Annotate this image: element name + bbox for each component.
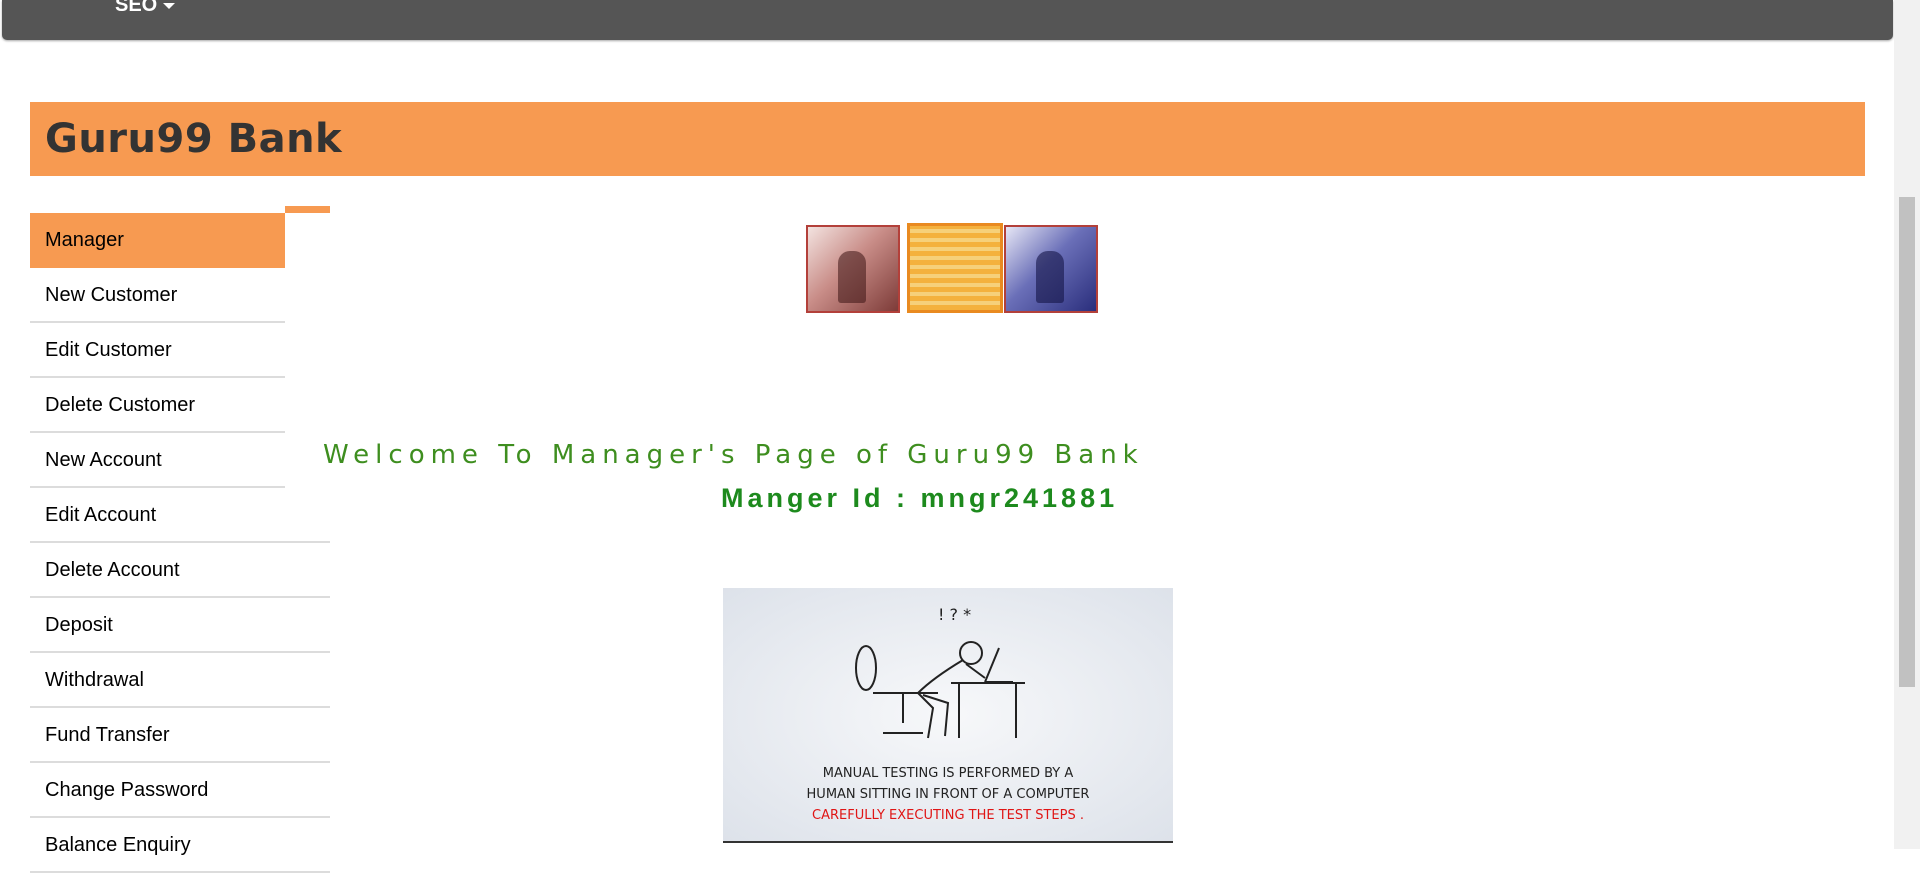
manual-testing-illustration: ! ? * Manual testing is performed by a h…: [723, 588, 1173, 843]
sidebar-item-manager[interactable]: Manager: [30, 213, 285, 268]
sidebar-item-delete-account[interactable]: Delete Account: [30, 543, 330, 598]
sidebar-item-fund-transfer[interactable]: Fund Transfer: [30, 708, 330, 763]
page-scrollbar[interactable]: [1894, 0, 1920, 849]
manager-id-text: Manger Id : mngr241881: [721, 483, 1119, 513]
sidebar-item-edit-account[interactable]: Edit Account: [30, 488, 330, 543]
logo-tile-coins: [907, 223, 1003, 313]
sidebar-item-edit-customer[interactable]: Edit Customer: [30, 323, 285, 378]
top-navbar: SEO: [2, 0, 1893, 40]
caption-line-2: human sitting in front of a computer: [806, 787, 1090, 802]
sidebar-item-balance-enquiry[interactable]: Balance Enquiry: [30, 818, 330, 873]
bank-logo-image: [804, 219, 1098, 314]
sidebar-item-withdrawal[interactable]: Withdrawal: [30, 653, 330, 708]
person-at-desk-icon: ! ? *: [855, 605, 1025, 739]
logo-tile-person-phone: [806, 225, 900, 313]
scrollbar-thumb[interactable]: [1899, 197, 1915, 687]
sidebar-item-deposit[interactable]: Deposit: [30, 598, 330, 653]
header-banner: Guru99 Bank: [30, 102, 1865, 176]
caret-down-icon: [163, 2, 176, 9]
logo-tile-person-desk: [1004, 225, 1098, 313]
seo-menu-label: SEO: [115, 0, 158, 16]
caption-line-3: carefully executing the test steps .: [812, 808, 1084, 823]
sidebar-item-new-customer[interactable]: New Customer: [30, 268, 285, 323]
caption-line-1: Manual testing is performed by a: [822, 766, 1074, 781]
welcome-heading: Welcome To Manager's Page of Guru99 Bank: [323, 440, 1144, 470]
seo-menu-dropdown[interactable]: SEO: [115, 0, 176, 17]
bank-title: Guru99 Bank: [45, 116, 343, 162]
sidebar-item-change-password[interactable]: Change Password: [30, 763, 330, 818]
sidebar-item-delete-customer[interactable]: Delete Customer: [30, 378, 285, 433]
sidebar-accent-line: [285, 206, 330, 213]
sidebar-item-new-account[interactable]: New Account: [30, 433, 285, 488]
svg-text:! ? *: ! ? *: [938, 605, 971, 624]
